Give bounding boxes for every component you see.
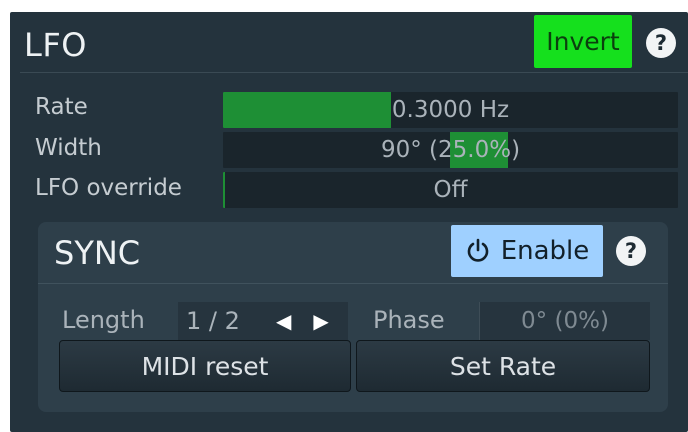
width-label: Width bbox=[35, 135, 102, 161]
sync-panel: SYNC Enable ? Length 1 / 2 ◀ ▶ Phase 0° … bbox=[38, 222, 668, 412]
enable-label: Enable bbox=[500, 236, 590, 266]
length-decrease-icon[interactable]: ◀ bbox=[276, 309, 291, 333]
lfo-override-value: Off bbox=[433, 177, 468, 203]
length-increase-icon[interactable]: ▶ bbox=[313, 309, 328, 333]
rate-slider[interactable]: 0.3000 Hz bbox=[223, 92, 678, 128]
sync-help-icon[interactable]: ? bbox=[616, 236, 646, 266]
lfo-panel: LFO Invert ? Rate 0.3000 Hz Width 90° (2… bbox=[10, 12, 688, 432]
set-rate-button[interactable]: Set Rate bbox=[356, 340, 650, 392]
rate-value: 0.3000 Hz bbox=[391, 97, 510, 123]
width-slider[interactable]: 90° (25.0%) bbox=[223, 132, 678, 168]
length-label: Length bbox=[62, 306, 145, 334]
width-value: 90° (25.0%) bbox=[380, 137, 521, 163]
power-icon bbox=[467, 238, 488, 262]
midi-reset-button[interactable]: MIDI reset bbox=[59, 340, 351, 392]
rate-label: Rate bbox=[35, 94, 88, 120]
enable-button[interactable]: Enable bbox=[451, 225, 603, 277]
lfo-title: LFO bbox=[24, 26, 87, 64]
invert-button[interactable]: Invert bbox=[534, 15, 632, 68]
lfo-help-icon[interactable]: ? bbox=[646, 28, 676, 58]
phase-label: Phase bbox=[373, 306, 445, 334]
sync-title: SYNC bbox=[54, 234, 141, 272]
phase-slider[interactable]: 0° (0%) bbox=[479, 302, 650, 340]
lfo-override-label: LFO override bbox=[35, 175, 182, 201]
lfo-header-divider bbox=[20, 72, 688, 73]
length-control[interactable]: 1 / 2 ◀ ▶ bbox=[178, 302, 348, 340]
sync-header-divider bbox=[38, 283, 668, 284]
length-value: 1 / 2 bbox=[186, 307, 240, 335]
lfo-override-slider[interactable]: Off bbox=[223, 172, 678, 208]
